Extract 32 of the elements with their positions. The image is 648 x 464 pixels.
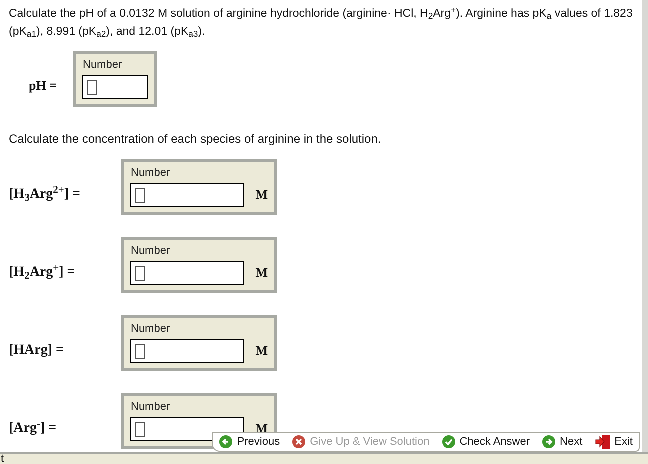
cancel-icon [292,435,306,449]
species-label: [Arg$^{-}$] = [9,418,58,438]
number-label: Number [130,166,172,180]
number-label: Number [82,58,124,72]
input-field[interactable] [82,75,148,99]
number-label: Number [130,322,172,336]
unit-label: M [256,186,268,204]
cursor-icon [87,80,97,94]
instruction-text: Calculate the concentration of each species of arginine in the solution. [9,131,382,147]
status-text: t [1,454,4,464]
number-label: Number [130,244,172,258]
previous-button[interactable]: Previous [219,434,280,450]
cursor-icon [135,188,145,202]
input-field[interactable] [130,183,244,207]
unit-label: M [256,342,268,360]
cursor-icon [135,266,145,280]
input-field[interactable] [130,339,244,363]
input-field[interactable] [130,261,244,285]
exit-door-icon [594,434,611,450]
cursor-icon [135,344,145,358]
ph-label: pH = [29,76,58,95]
species-label: [HArg] = [9,342,66,360]
number-label: Number [130,400,172,414]
unit-label: M [256,264,268,282]
check-button[interactable]: Check Answer [442,434,530,450]
next-button[interactable]: Next [542,434,583,450]
exit-button[interactable]: Exit [594,434,633,450]
question-text: Calculate the pH of a 0.0132 M solution of arginine hydrochloride (arginine· HCl, H$_{2}$Arg$^{+}$). Arginine has pK$_{a}$ values of 1.823 (pK$_{a1}$), 8.991 (pK$_{a2}$), and 12.01 (pK$_{a3}$). [9,5,634,41]
check-icon [442,435,456,449]
species-label: [H$_{2}$Arg$^{+}$] = [9,262,76,283]
cursor-icon [135,422,145,436]
species-label: [H$_{3}$Arg$^{2+}$] = [9,184,82,205]
